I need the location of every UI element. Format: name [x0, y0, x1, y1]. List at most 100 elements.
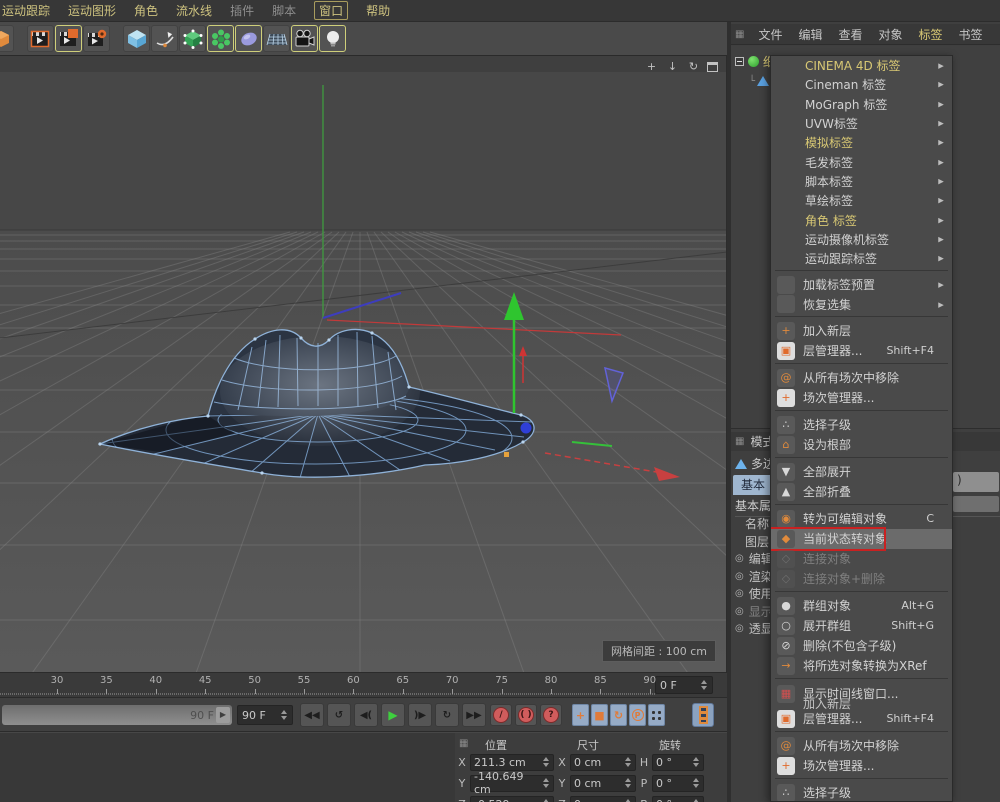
generator-cube-icon[interactable] — [179, 25, 206, 52]
menu-item-35[interactable]: →将所选对象转换为XRef — [771, 656, 952, 676]
size-X-field[interactable]: 0 cm — [570, 754, 636, 771]
menu-item-0[interactable]: CINEMA 4D 标签▶ — [771, 56, 952, 75]
size-Y-field[interactable]: 0 cm — [570, 775, 636, 792]
toggle-icon[interactable]: ◎ — [735, 571, 744, 582]
menu-item-33[interactable]: ○展开群组Shift+G — [771, 616, 952, 636]
loop-button[interactable]: ↻ — [435, 703, 459, 727]
menubar-item-0[interactable]: 运动跟踪 — [2, 2, 50, 19]
timeline-ruler[interactable]: 0 F 30354045505560657075808590 — [0, 672, 727, 698]
goto-start-button[interactable]: ◀◀ — [300, 703, 324, 727]
om-menu-对象[interactable]: 对象 — [879, 26, 903, 43]
maximize-icon[interactable] — [707, 62, 718, 72]
position-Z-field[interactable]: -0.529 cm — [470, 796, 554, 802]
frame-field[interactable]: 90 F — [237, 705, 293, 725]
menubar-item-5[interactable]: 脚本 — [272, 2, 296, 19]
cube-tool-icon[interactable] — [0, 25, 14, 52]
toggle-icon[interactable]: ◎ — [735, 623, 744, 634]
prev-key-button[interactable]: ◀( — [354, 703, 378, 727]
om-menu-文件[interactable]: 文件 — [758, 26, 782, 43]
spinner-icon[interactable] — [625, 757, 632, 767]
menu-item-12[interactable]: 加载标签预置▶ — [771, 275, 952, 294]
menu-item-28[interactable]: ◆当前状态转对象 — [771, 529, 952, 549]
menu-item-37[interactable]: ▦显示时间线窗口...加入新层 — [771, 683, 952, 709]
menu-item-9[interactable]: 运动摄像机标签▶ — [771, 230, 952, 249]
menu-item-7[interactable]: 草绘标签▶ — [771, 191, 952, 210]
menu-item-1[interactable]: Cineman 标签▶ — [771, 75, 952, 94]
pan-icon[interactable]: + — [644, 60, 659, 74]
record-help-button[interactable]: ? — [540, 704, 562, 726]
position-X-field[interactable]: 211.3 cm — [470, 754, 554, 771]
menubar-item-6[interactable]: 窗口 — [314, 1, 348, 20]
dopesheet-button[interactable] — [692, 703, 714, 727]
menubar-item-4[interactable]: 插件 — [230, 2, 254, 19]
play-reverse-button[interactable]: ↺ — [327, 703, 351, 727]
simulate-icon[interactable] — [235, 25, 262, 52]
menu-item-8[interactable]: 角色 标签▶ — [771, 210, 952, 229]
menubar-item-3[interactable]: 流水线 — [176, 2, 212, 19]
menu-item-24[interactable]: ▼全部展开 — [771, 462, 952, 482]
menu-item-18[interactable]: @从所有场次中移除 — [771, 368, 952, 388]
goto-end-button[interactable]: ▶▶ — [462, 703, 486, 727]
menubar-item-7[interactable]: 帮助 — [366, 2, 390, 19]
motion-clip-solve-icon[interactable] — [55, 25, 82, 52]
menubar-item-1[interactable]: 运动图形 — [68, 2, 116, 19]
menu-item-4[interactable]: 模拟标签▶ — [771, 133, 952, 152]
primitive-cube-icon[interactable] — [123, 25, 150, 52]
record-loop-button[interactable]: ( ) — [515, 704, 537, 726]
spline-pen-icon[interactable] — [151, 25, 178, 52]
menu-item-34[interactable]: ⊘删除(不包含子级) — [771, 636, 952, 656]
menu-item-19[interactable]: +场次管理器... — [771, 388, 952, 408]
light-icon[interactable] — [319, 25, 346, 52]
menu-item-38[interactable]: ▣层管理器...Shift+F4 — [771, 709, 952, 729]
spinner-icon[interactable] — [693, 757, 700, 767]
key-pla-button[interactable] — [648, 704, 665, 726]
camera-icon[interactable] — [291, 25, 318, 52]
toggle-icon[interactable]: ◎ — [735, 553, 744, 564]
spinner-icon[interactable] — [693, 778, 700, 788]
menu-item-2[interactable]: MoGraph 标签▶ — [771, 95, 952, 114]
menu-item-29[interactable]: ◇连接对象 — [771, 549, 952, 569]
collapse-expander-icon[interactable] — [735, 57, 744, 66]
menu-item-6[interactable]: 脚本标签▶ — [771, 172, 952, 191]
rotation-H-field[interactable]: 0 ° — [652, 754, 704, 771]
om-menu-查看[interactable]: 查看 — [838, 26, 862, 43]
menu-item-3[interactable]: UVW标签▶ — [771, 114, 952, 133]
next-key-button[interactable]: )▶ — [408, 703, 432, 727]
tab-basic[interactable]: 基本 — [733, 475, 773, 495]
menu-item-15[interactable]: +加入新层 — [771, 321, 952, 341]
menu-item-22[interactable]: ⌂设为根部 — [771, 435, 952, 455]
om-menu-标签[interactable]: 标签 — [919, 26, 943, 43]
key-position-button[interactable]: + — [572, 704, 589, 726]
key-parameter-button[interactable]: P — [629, 704, 646, 726]
selected-point[interactable] — [504, 452, 509, 457]
toggle-icon[interactable]: ◎ — [735, 606, 744, 617]
size-Z-field[interactable]: 0 cm — [570, 796, 636, 802]
menubar-item-2[interactable]: 角色 — [134, 2, 158, 19]
menu-item-25[interactable]: ▲全部折叠 — [771, 482, 952, 502]
current-frame-spinner[interactable]: 0 F — [655, 676, 713, 694]
z-handle-dot[interactable] — [521, 423, 532, 434]
menu-item-40[interactable]: @从所有场次中移除 — [771, 736, 952, 756]
rotate-icon[interactable]: ↻ — [686, 60, 701, 74]
record-options-button[interactable]: / — [490, 704, 512, 726]
key-scale-button[interactable]: ■ — [591, 704, 608, 726]
rotation-B-field[interactable]: 0 ° — [652, 796, 704, 802]
3d-viewport[interactable]: +↓↻ — [0, 56, 727, 672]
motion-clip-frame-icon[interactable] — [27, 25, 54, 52]
spinner-icon[interactable] — [625, 778, 632, 788]
spinner-icon[interactable] — [543, 757, 550, 767]
key-rotation-button[interactable]: ↻ — [610, 704, 627, 726]
rotation-P-field[interactable]: 0 ° — [652, 775, 704, 792]
range-knob[interactable]: ▶ — [216, 707, 230, 723]
position-Y-field[interactable]: -140.649 cm — [470, 775, 554, 792]
menu-item-5[interactable]: 毛发标签▶ — [771, 152, 952, 171]
menu-item-41[interactable]: +场次管理器... — [771, 756, 952, 776]
phong-tab-fragment[interactable]: ) — [953, 472, 999, 492]
drag-handle-icon[interactable]: ▦ — [735, 29, 744, 40]
menu-item-27[interactable]: ◉转为可编辑对象C — [771, 509, 952, 529]
menu-item-43[interactable]: ∴选择子级 — [771, 783, 952, 802]
menu-item-21[interactable]: ∴选择子级 — [771, 415, 952, 435]
spinner-icon[interactable] — [543, 778, 550, 788]
om-menu-书签[interactable]: 书签 — [959, 26, 983, 43]
play-button[interactable]: ▶ — [381, 703, 405, 727]
